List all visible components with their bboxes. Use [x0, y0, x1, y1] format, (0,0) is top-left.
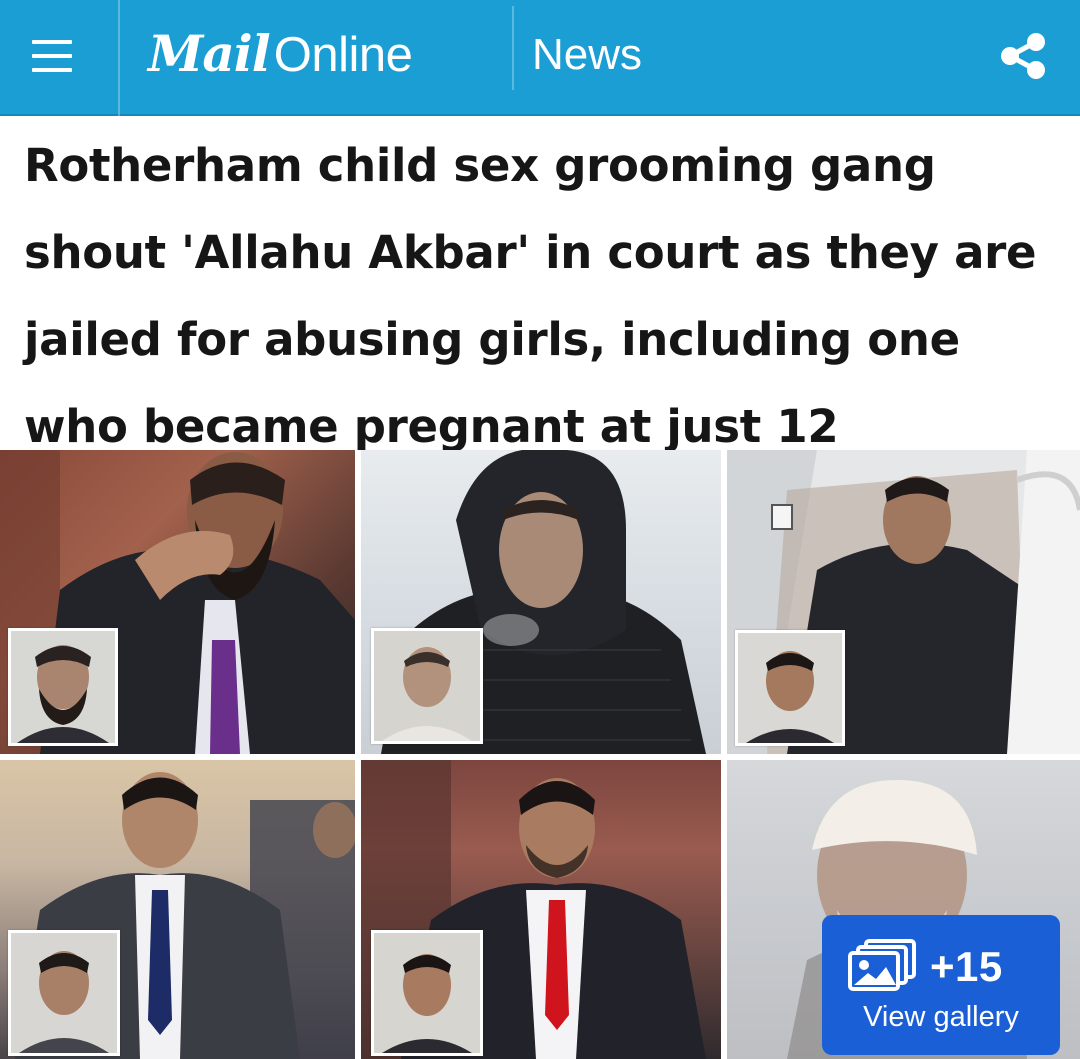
share-icon[interactable] — [996, 30, 1052, 82]
view-gallery-label: View gallery — [863, 1001, 1019, 1033]
gallery-photo[interactable] — [361, 760, 721, 1059]
gallery-photo[interactable] — [727, 450, 1080, 754]
image-stack-icon — [848, 939, 918, 993]
logo-mail-text: Mail — [148, 24, 271, 83]
mugshot-inset — [371, 930, 483, 1056]
header-divider — [512, 6, 514, 90]
article-headline[interactable]: Rotherham child sex grooming gang shout … — [24, 122, 1064, 470]
mailonline-logo[interactable]: Mail Online — [148, 24, 413, 90]
top-bar: Mail Online News — [0, 0, 1080, 116]
view-gallery-button[interactable]: +15 View gallery — [822, 915, 1060, 1055]
logo-online-text: Online — [273, 28, 413, 82]
section-label-news[interactable]: News — [532, 30, 642, 80]
mugshot-inset — [735, 630, 845, 746]
gallery-photo[interactable] — [361, 450, 721, 754]
mugshot-inset — [8, 628, 118, 746]
grid-divider — [0, 754, 1080, 760]
header-divider — [118, 0, 120, 116]
hamburger-menu-icon[interactable] — [26, 34, 78, 80]
gallery-count: +15 — [930, 943, 1003, 990]
gallery-photo[interactable] — [0, 450, 355, 754]
mugshot-inset — [371, 628, 483, 744]
gallery-photo[interactable] — [0, 760, 355, 1059]
mugshot-inset — [8, 930, 120, 1056]
